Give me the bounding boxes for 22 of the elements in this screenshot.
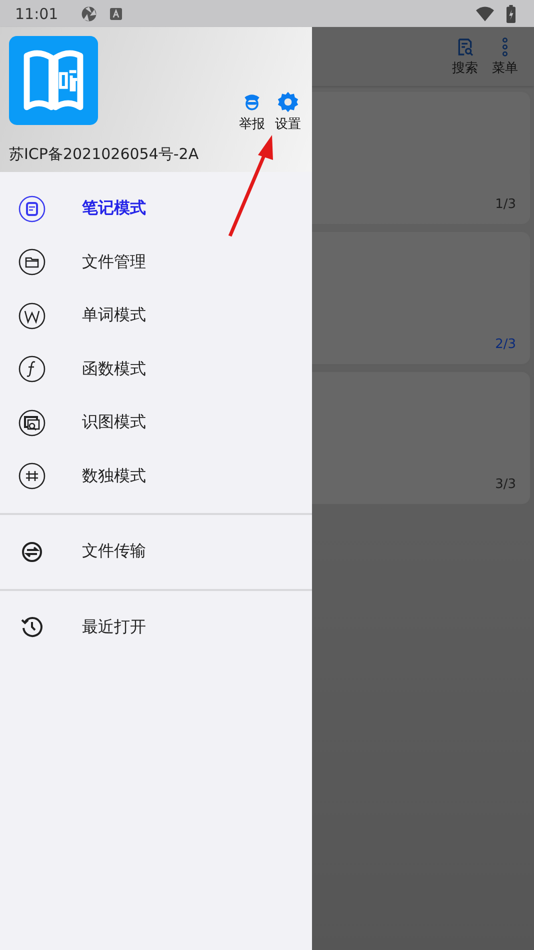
page-number: 3/3 bbox=[495, 477, 516, 492]
aperture-icon bbox=[80, 4, 98, 22]
license-text: 苏ICP备2021026054号-2A bbox=[9, 145, 200, 164]
menu-item[interactable]: 文件传输 bbox=[0, 525, 312, 578]
settings-icon bbox=[277, 91, 299, 113]
folder-icon bbox=[18, 248, 46, 276]
header-button[interactable]: 设置 bbox=[273, 91, 303, 133]
letter-w-icon bbox=[18, 302, 46, 330]
hash-icon bbox=[18, 462, 46, 490]
battery-icon bbox=[506, 4, 516, 22]
page-number: 2/3 bbox=[495, 337, 516, 352]
clock: 11:01 bbox=[15, 4, 58, 22]
menu-item[interactable]: 最近打开 bbox=[0, 600, 312, 654]
wifi-icon bbox=[476, 4, 494, 22]
function-icon bbox=[18, 355, 46, 384]
header-button[interactable]: 举报 bbox=[237, 91, 267, 133]
image-search-icon bbox=[18, 408, 46, 437]
page-number: 1/3 bbox=[495, 197, 516, 212]
keyboard-a-icon bbox=[110, 8, 122, 20]
more-icon bbox=[502, 36, 508, 56]
note-icon bbox=[18, 194, 46, 223]
app-logo-icon bbox=[9, 36, 98, 125]
